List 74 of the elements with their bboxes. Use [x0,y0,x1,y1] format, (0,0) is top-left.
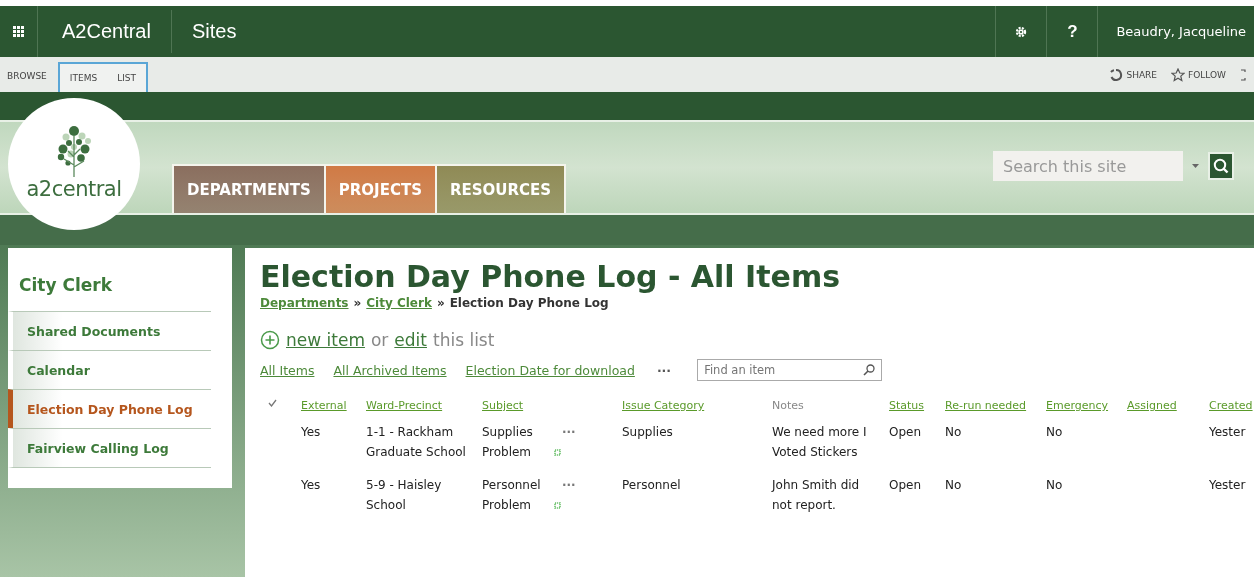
table-cell: We need more I Voted Stickers [772,425,867,459]
sidebar-title[interactable]: City Clerk [8,248,232,311]
sidebar-item[interactable]: Shared Documents [8,311,211,350]
breadcrumb-separator: » [353,296,362,310]
brand-title[interactable]: A2Central [38,10,172,53]
breadcrumb-separator: » [436,296,445,310]
table-cell: No [945,478,962,492]
share-link[interactable]: SHARE [1126,69,1158,80]
column-header[interactable]: Emergency [1046,399,1109,412]
search-button[interactable] [1208,152,1234,180]
nav-tab[interactable]: RESOURCES [436,166,565,213]
breadcrumb-current: Election Day Phone Log [449,296,609,310]
view-link[interactable]: All Items [260,362,315,378]
sites-link[interactable]: Sites [171,6,257,57]
app-launcher-icon[interactable] [13,26,24,37]
star-icon[interactable] [1171,67,1186,82]
table-cell: Yester [1209,478,1246,492]
table-cell: 5-9 - Haisley School [366,478,442,512]
table-cell: Yester [1209,425,1246,439]
edit-link[interactable]: edit [394,330,427,350]
column-header[interactable]: Subject [482,399,524,412]
breadcrumb-link[interactable]: City Clerk [366,296,432,310]
new-item-link[interactable]: new item [286,330,365,350]
breadcrumb-link[interactable]: Departments [260,296,349,310]
table-cell: No [1046,478,1063,492]
table-cell: Yes [301,478,321,492]
view-link[interactable]: Election Date for download [465,362,635,378]
ribbon-tab[interactable]: BROWSE [0,71,54,92]
table-cell: Open [889,425,922,439]
column-header[interactable]: Created [1209,399,1253,412]
table-cell: John Smith did not report. [772,478,860,512]
page-title: Election Day Phone Log - All Items [260,258,841,296]
focus-icon[interactable] [1240,68,1246,81]
search-field[interactable]: Search this site [993,151,1183,181]
sidebar-item[interactable]: Calendar [8,350,211,389]
settings-icon[interactable] [1015,25,1028,38]
nav-tab[interactable]: PROJECTS [325,166,437,213]
find-field[interactable]: Find an item [697,359,883,381]
column-header[interactable]: Assigned [1127,399,1177,412]
table-cell: Supplies [622,425,673,439]
table-cell: Open [889,478,922,492]
view-link[interactable]: All Archived Items [333,362,447,378]
help-button[interactable]: ? [1067,21,1078,42]
follow-link[interactable]: FOLLOW [1188,69,1226,80]
table-cell-text: Personnel Problem [482,477,542,514]
search-icon[interactable] [863,364,876,376]
add-icon[interactable] [260,330,280,350]
checkmark-icon[interactable] [268,399,277,407]
ribbon-tab[interactable]: LIST [107,73,147,92]
column-header[interactable]: Status [889,399,925,412]
search-icon [1213,158,1229,174]
sidebar-item[interactable]: Election Day Phone Log [8,389,211,428]
list-text: this list [433,330,495,350]
table-cell: No [1046,425,1063,439]
more-views-button[interactable]: ··· [656,362,672,378]
item-menu-button[interactable]: ··· [562,478,576,492]
ribbon-tab[interactable]: ITEMS [59,73,108,92]
item-menu-button[interactable]: ··· [562,425,576,439]
column-header[interactable]: Issue Category [622,399,705,412]
share-icon[interactable] [1109,67,1124,82]
nav-tab[interactable]: DEPARTMENTS [174,166,326,213]
table-cell-text: Supplies Problem [482,424,534,461]
column-header: Notes [772,399,804,412]
logo-text: a2central [26,177,122,201]
column-header[interactable]: Re-run needed [945,399,1027,412]
dropdown-caret-icon[interactable] [1192,164,1199,168]
column-header[interactable]: Ward-Precinct [366,399,443,412]
table-cell: No [945,425,962,439]
table-cell: Yes [301,425,321,439]
sidebar-item[interactable]: Fairview Calling Log [8,428,211,468]
column-header[interactable]: External [301,399,347,412]
table-cell: Personnel [622,478,681,492]
table-cell: 1-1 - Rackham Graduate School [366,425,466,459]
or-text: or [370,330,389,350]
